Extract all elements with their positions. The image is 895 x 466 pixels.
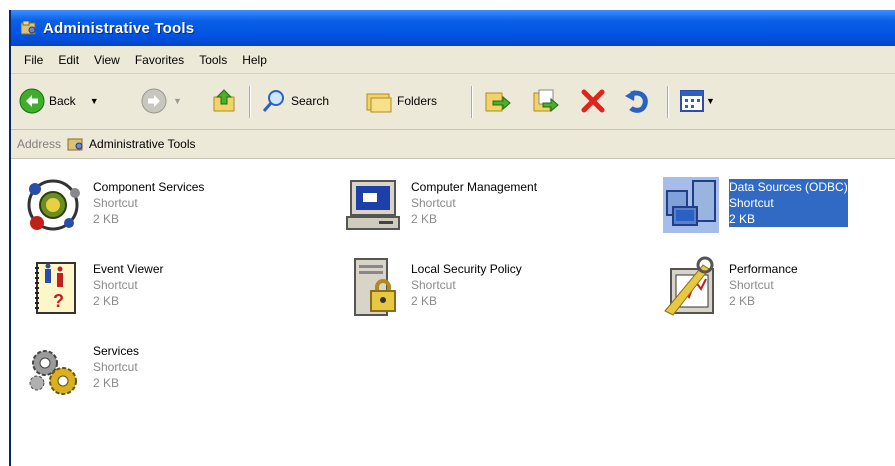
undo-icon [625, 90, 648, 113]
local-security-policy-icon [354, 258, 396, 316]
menu-edit[interactable]: Edit [58, 53, 79, 67]
views-icon [680, 90, 704, 112]
back-button[interactable]: Back ▼ [19, 88, 99, 114]
address-bar: Address Administrative Tools [11, 130, 895, 159]
item-type: Shortcut [93, 278, 138, 292]
folders-label: Folders [397, 94, 438, 108]
item-type: Shortcut [729, 196, 774, 210]
menu-view[interactable]: View [94, 53, 120, 67]
up-folder-icon [213, 89, 235, 112]
admin-tools-icon [21, 21, 36, 35]
item-size: 2 KB [411, 212, 438, 226]
list-item[interactable]: Services Shortcut 2 KB [23, 337, 139, 401]
copy-to-icon [533, 89, 559, 113]
item-text: Computer Management Shortcut 2 KB [411, 179, 537, 227]
item-name: Computer Management [411, 180, 538, 194]
item-text: Services Shortcut 2 KB [93, 343, 139, 391]
back-arrow-icon [19, 88, 45, 114]
toolbar-separator [667, 86, 669, 118]
list-item[interactable]: Performance Shortcut 2 KB [659, 255, 798, 319]
undo-button[interactable] [623, 88, 651, 114]
item-text: Performance Shortcut 2 KB [729, 261, 798, 309]
list-item[interactable]: Computer Management Shortcut 2 KB [341, 173, 537, 237]
list-item[interactable]: Local Security Policy Shortcut 2 KB [341, 255, 522, 319]
file-list-pane: Component Services Shortcut 2 KB Compute… [11, 159, 895, 466]
item-type: Shortcut [411, 278, 456, 292]
menu-bar: File Edit View Favorites Tools Help [11, 46, 895, 74]
event-viewer-icon: ? [35, 262, 76, 314]
item-size: 2 KB [729, 294, 756, 308]
address-value: Administrative Tools [89, 137, 196, 151]
title-bar[interactable]: Administrative Tools [11, 10, 895, 46]
item-type: Shortcut [93, 196, 138, 210]
views-dropdown-icon[interactable]: ▼ [706, 96, 715, 106]
item-type: Shortcut [411, 196, 456, 210]
forward-dropdown-icon: ▼ [173, 96, 182, 106]
search-label: Search [291, 94, 330, 108]
list-item[interactable]: Data Sources (ODBC) Shortcut 2 KB [659, 173, 848, 237]
views-button[interactable]: ▼ [679, 88, 715, 114]
menu-tools[interactable]: Tools [199, 53, 227, 67]
item-type: Shortcut [93, 360, 138, 374]
svg-text:?: ? [53, 291, 64, 311]
item-type: Shortcut [729, 278, 774, 292]
address-field[interactable]: Administrative Tools [67, 133, 895, 155]
component-services-icon [27, 179, 80, 231]
list-item[interactable]: Component Services Shortcut 2 KB [23, 173, 204, 237]
back-dropdown-icon[interactable]: ▼ [90, 96, 99, 106]
move-to-button[interactable] [483, 88, 511, 114]
menu-file[interactable]: File [24, 53, 43, 67]
item-text: Data Sources (ODBC) Shortcut 2 KB [729, 179, 848, 227]
back-label: Back [49, 94, 76, 108]
folders-icon [366, 93, 392, 113]
item-name: Local Security Policy [411, 262, 522, 276]
item-text: Local Security Policy Shortcut 2 KB [411, 261, 522, 309]
forward-button[interactable]: ▼ [141, 88, 182, 114]
toolbar: Back ▼ ▼ Search Folders ▼ [11, 74, 895, 130]
item-name: Data Sources (ODBC) [729, 180, 848, 194]
item-size: 2 KB [93, 212, 120, 226]
folders-button[interactable]: Folders [365, 88, 437, 114]
copy-to-button[interactable] [531, 88, 559, 114]
up-folder-button[interactable] [211, 88, 237, 114]
computer-management-icon [346, 180, 400, 230]
item-name: Performance [729, 262, 798, 276]
move-to-icon [485, 92, 511, 112]
delete-icon [581, 89, 605, 113]
admin-tools-small-icon [67, 138, 83, 151]
item-size: 2 KB [93, 294, 120, 308]
forward-arrow-icon [141, 88, 167, 114]
search-button[interactable]: Search [261, 88, 329, 114]
data-sources-icon [663, 177, 719, 233]
item-name: Services [93, 344, 140, 358]
toolbar-separator [471, 86, 473, 118]
toolbar-separator [249, 86, 251, 118]
item-name: Component Services [93, 180, 205, 194]
address-label: Address [17, 137, 62, 151]
search-icon [262, 90, 284, 112]
window-title: Administrative Tools [43, 19, 195, 37]
item-text: Event Viewer Shortcut 2 KB [93, 261, 163, 309]
performance-icon [664, 256, 714, 316]
menu-help[interactable]: Help [242, 53, 267, 67]
menu-favorites[interactable]: Favorites [135, 53, 184, 67]
item-text: Component Services Shortcut 2 KB [93, 179, 204, 227]
list-item[interactable]: ? Event Viewer Shortcut 2 KB [23, 255, 163, 319]
item-name: Event Viewer [93, 262, 164, 276]
services-icon [29, 350, 77, 395]
item-size: 2 KB [729, 212, 756, 226]
item-size: 2 KB [411, 294, 438, 308]
delete-button[interactable] [579, 88, 607, 114]
item-size: 2 KB [93, 376, 120, 390]
explorer-window: Administrative Tools File Edit View Favo… [9, 10, 895, 466]
